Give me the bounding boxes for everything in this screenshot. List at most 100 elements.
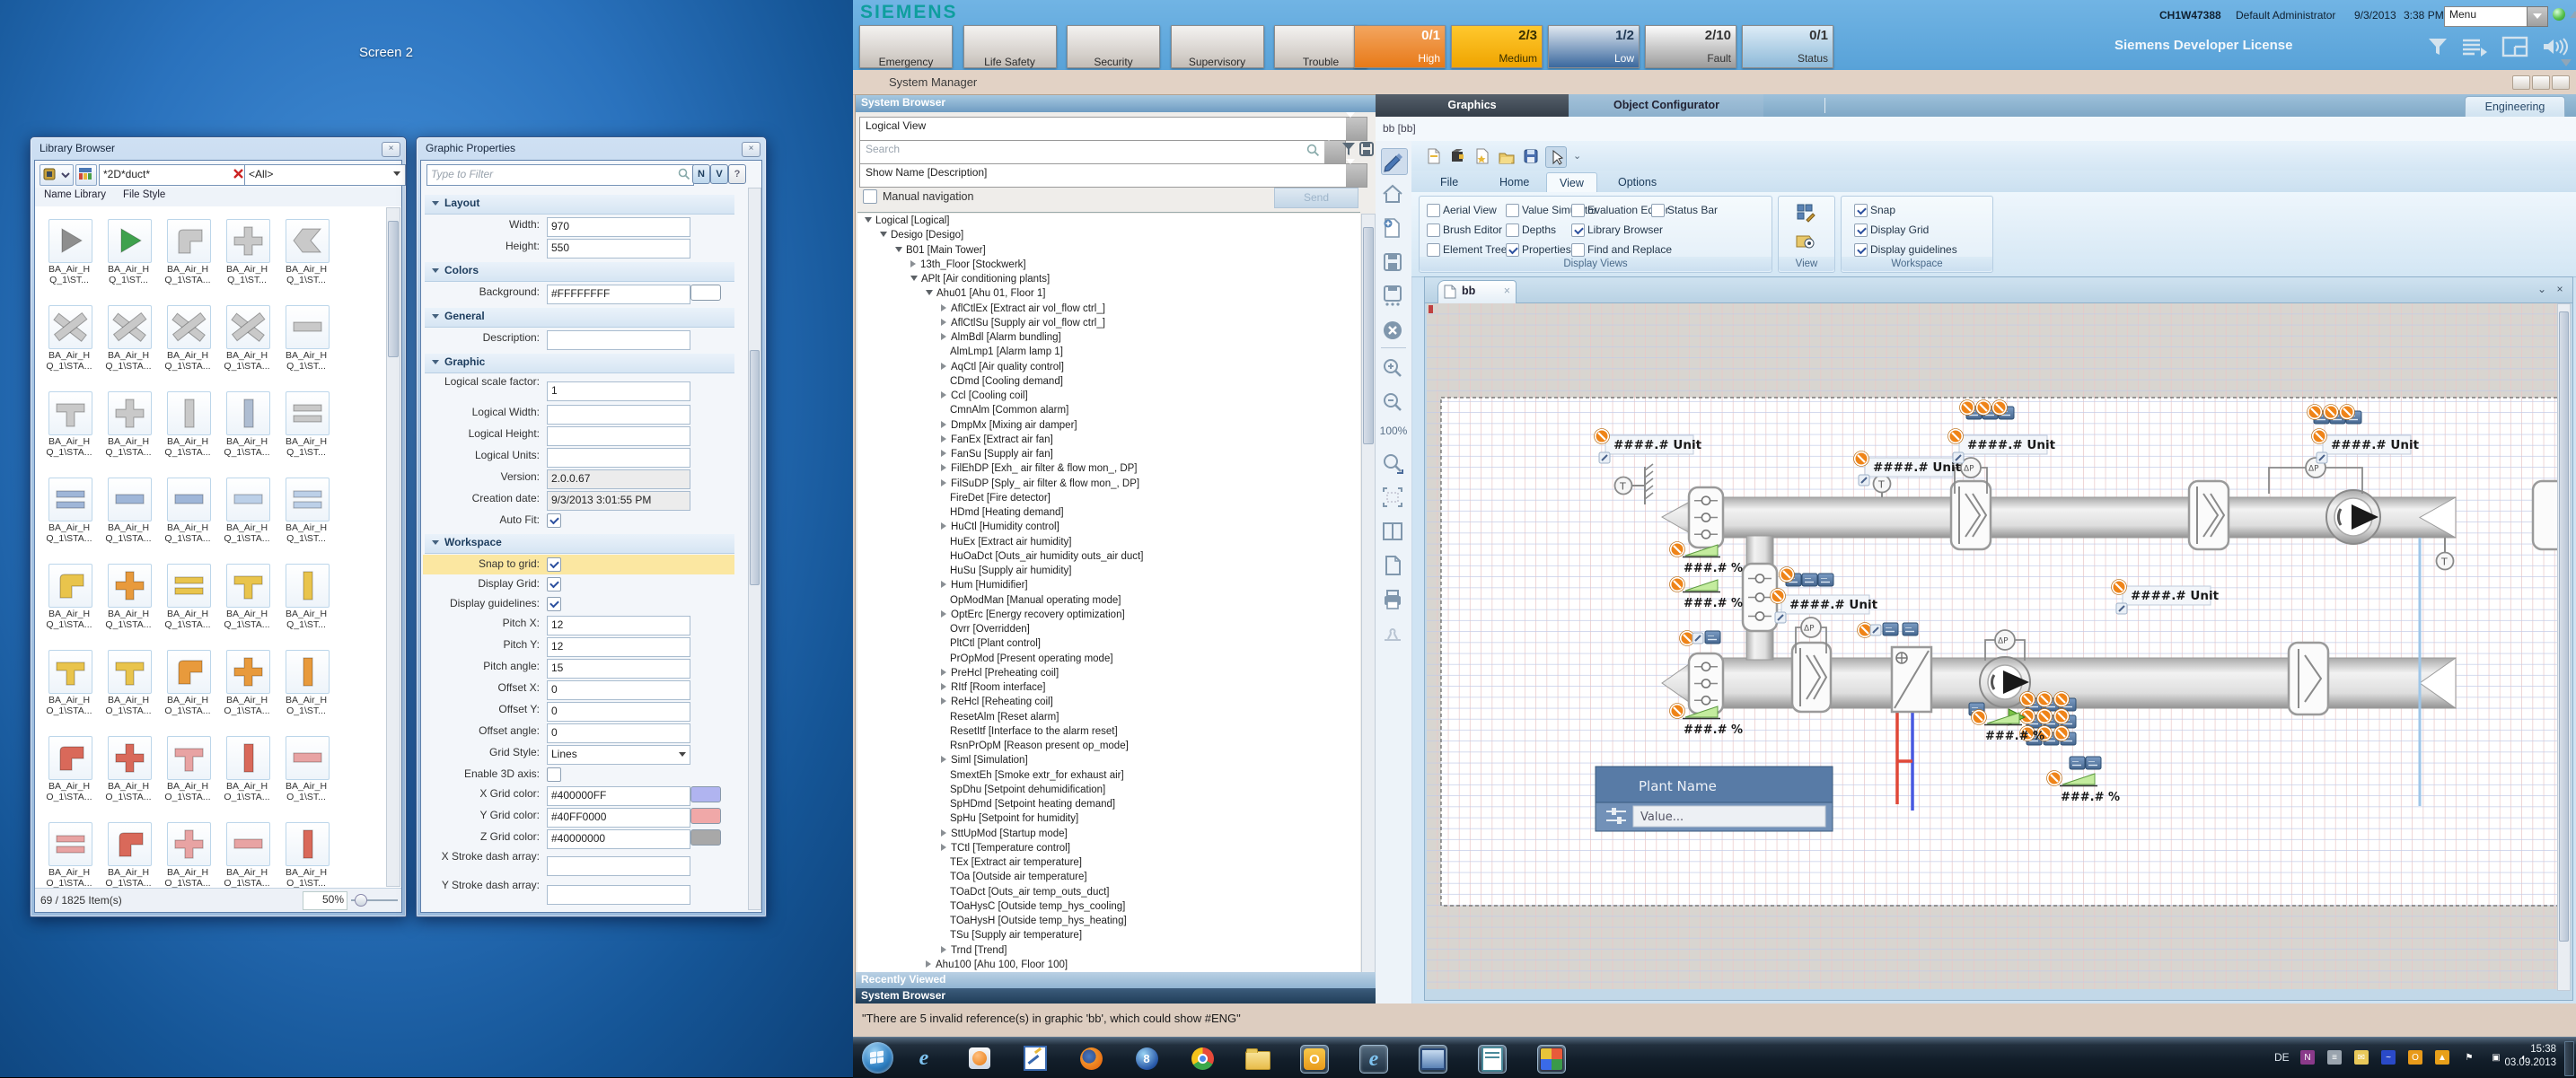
library-filter-input[interactable]: *2D*duct* [99,164,248,186]
search-input[interactable]: Search [859,140,1346,164]
open-icon[interactable] [1497,146,1517,166]
damper-symbol[interactable] [1689,653,1723,714]
library-item[interactable] [108,822,152,866]
tab-file-style[interactable]: File Style [118,188,171,206]
library-item[interactable] [286,650,330,694]
plant-name-box[interactable]: Plant Name Value... [1596,767,1833,831]
library-item[interactable] [286,822,330,866]
tree-item[interactable]: HuOaDct [Outs_air humidity outs_air duct… [857,549,1360,564]
library-item[interactable] [167,822,211,866]
property-input[interactable]: 1 [547,381,690,401]
menu-dropdown[interactable]: Menu [2444,6,2537,27]
damper-symbol[interactable] [1689,487,1723,548]
internet-explorer-icon[interactable]: e [910,1045,937,1072]
library-item[interactable] [286,564,330,608]
tree-item[interactable]: Logical [Logical] [857,214,1360,228]
expand-icon[interactable] [941,464,946,471]
close-icon[interactable]: × [382,142,400,157]
tree-item[interactable]: Siml [Simulation] [857,753,1360,767]
library-item[interactable] [167,564,211,608]
save-icon[interactable] [1521,146,1541,166]
property-input[interactable]: 550 [547,239,690,259]
status-tile-status[interactable]: 0/1Status [1742,25,1833,68]
drawing-canvas[interactable]: TTTΔPΔPΔPΔP####.# Unit####.# Unit####.# … [1427,303,2558,989]
tree-item[interactable]: ResetItf [Interface to the alarm reset] [857,724,1360,739]
zoom-selection-icon[interactable] [1381,451,1406,477]
tree-item[interactable]: DmpMx [Mixing air damper] [857,418,1360,433]
tree-item[interactable]: SmextEh [Smoke extr_for exhaust air] [857,768,1360,783]
volume-icon[interactable] [2541,36,2570,57]
menu-arrow-icon[interactable] [2527,6,2548,27]
library-item[interactable] [108,305,152,349]
collapse-icon[interactable] [880,232,887,237]
property-input[interactable] [547,426,690,446]
tree-item[interactable]: Ccl [Cooling coil] [857,389,1360,403]
package-icon[interactable] [1448,146,1468,166]
tab-engineering[interactable]: Engineering [2465,96,2565,118]
help-button[interactable]: ? [728,164,746,184]
tab-name-library[interactable]: Name Library [39,188,111,206]
heat-recovery-symbol[interactable] [2326,490,2380,544]
property-input[interactable]: 0 [547,702,690,722]
flag-icon[interactable]: ⚑ [2462,1050,2476,1065]
value-unit-label[interactable]: ####.# Unit [1865,458,1962,477]
library-scrollbar[interactable] [386,207,400,887]
expand-icon[interactable] [941,435,946,443]
humidifier-symbol[interactable] [2289,643,2328,714]
select-cursor-icon[interactable] [1545,146,1567,168]
library-item[interactable] [48,478,92,521]
tree-item[interactable]: RsnPrOpM [Reason present op_mode] [857,739,1360,753]
property-input[interactable]: #40000000 [547,829,690,849]
library-item[interactable] [48,391,92,435]
tree-scrollbar[interactable] [1361,214,1376,974]
property-checkbox[interactable] [547,577,561,592]
tree-item[interactable]: HuEx [Extract air humidity] [857,535,1360,549]
ribbon-checkbox[interactable] [1571,243,1585,257]
library-source-dropdown[interactable] [40,164,74,186]
expand-icon[interactable] [941,946,946,953]
plant-schematic[interactable]: TTTΔPΔPΔPΔP####.# Unit####.# Unit####.# … [1427,303,2558,989]
tree-item[interactable]: TOaHysH [Outside temp_hys_heating] [857,914,1360,928]
partial-component[interactable] [2533,481,2558,549]
expand-icon[interactable] [941,479,946,486]
firefox-icon[interactable] [1077,1045,1104,1072]
collapse-up-icon[interactable] [2570,11,2576,18]
tree-item[interactable]: PrOpMod [Present operating mode] [857,652,1360,666]
display-mode-dropdown[interactable]: Show Name [Description] [859,163,1367,188]
library-item[interactable] [226,564,270,608]
manual-navigation-checkbox[interactable] [863,189,877,204]
tree-item[interactable]: AflCtlSu [Supply air vol_flow ctrl_] [857,316,1360,330]
outlook-tray-icon[interactable]: O [2408,1050,2422,1065]
library-item[interactable] [48,219,92,263]
library-item[interactable] [48,650,92,694]
property-checkbox[interactable] [547,513,561,528]
collapse-icon[interactable] [926,290,933,295]
library-item[interactable] [226,391,270,435]
canvas-tab-bb[interactable]: bb × [1437,280,1517,303]
expand-icon[interactable] [941,319,946,326]
tree-item[interactable]: Hum [Humidifier] [857,578,1360,592]
media-player-icon[interactable] [966,1045,993,1072]
tree-item[interactable]: AqCtl [Air quality control] [857,360,1360,374]
collapse-canvas-icon[interactable]: ⌄ [2535,283,2549,297]
print-icon[interactable] [1381,588,1406,613]
tree-item[interactable]: Desigo [Desigo] [857,228,1360,242]
property-input[interactable]: 0 [547,723,690,743]
property-section-header[interactable]: General [425,308,734,328]
clock[interactable]: 15:38 03.09.2013 [2504,1043,2556,1070]
ribbon-checkbox[interactable] [1651,204,1665,217]
library-item[interactable] [226,822,270,866]
tree-filter-icon[interactable] [1341,141,1357,157]
heating-coil-symbol[interactable] [1892,647,1931,712]
library-item[interactable] [48,305,92,349]
chrome-icon[interactable] [1189,1045,1216,1072]
event-list-icon[interactable] [2460,36,2489,57]
tree-item[interactable]: APlt [Air conditioning plants] [857,272,1360,286]
tree-item[interactable]: CmnAlm [Common alarm] [857,403,1360,417]
library-item[interactable] [286,736,330,780]
ribbon-checkbox[interactable] [1506,223,1519,237]
library-item[interactable] [48,736,92,780]
layout-panes-icon[interactable] [2501,36,2528,57]
status-tile-high[interactable]: 0/1High [1354,25,1446,68]
tree-item[interactable]: 13th_Floor [Stockwerk] [857,258,1360,272]
